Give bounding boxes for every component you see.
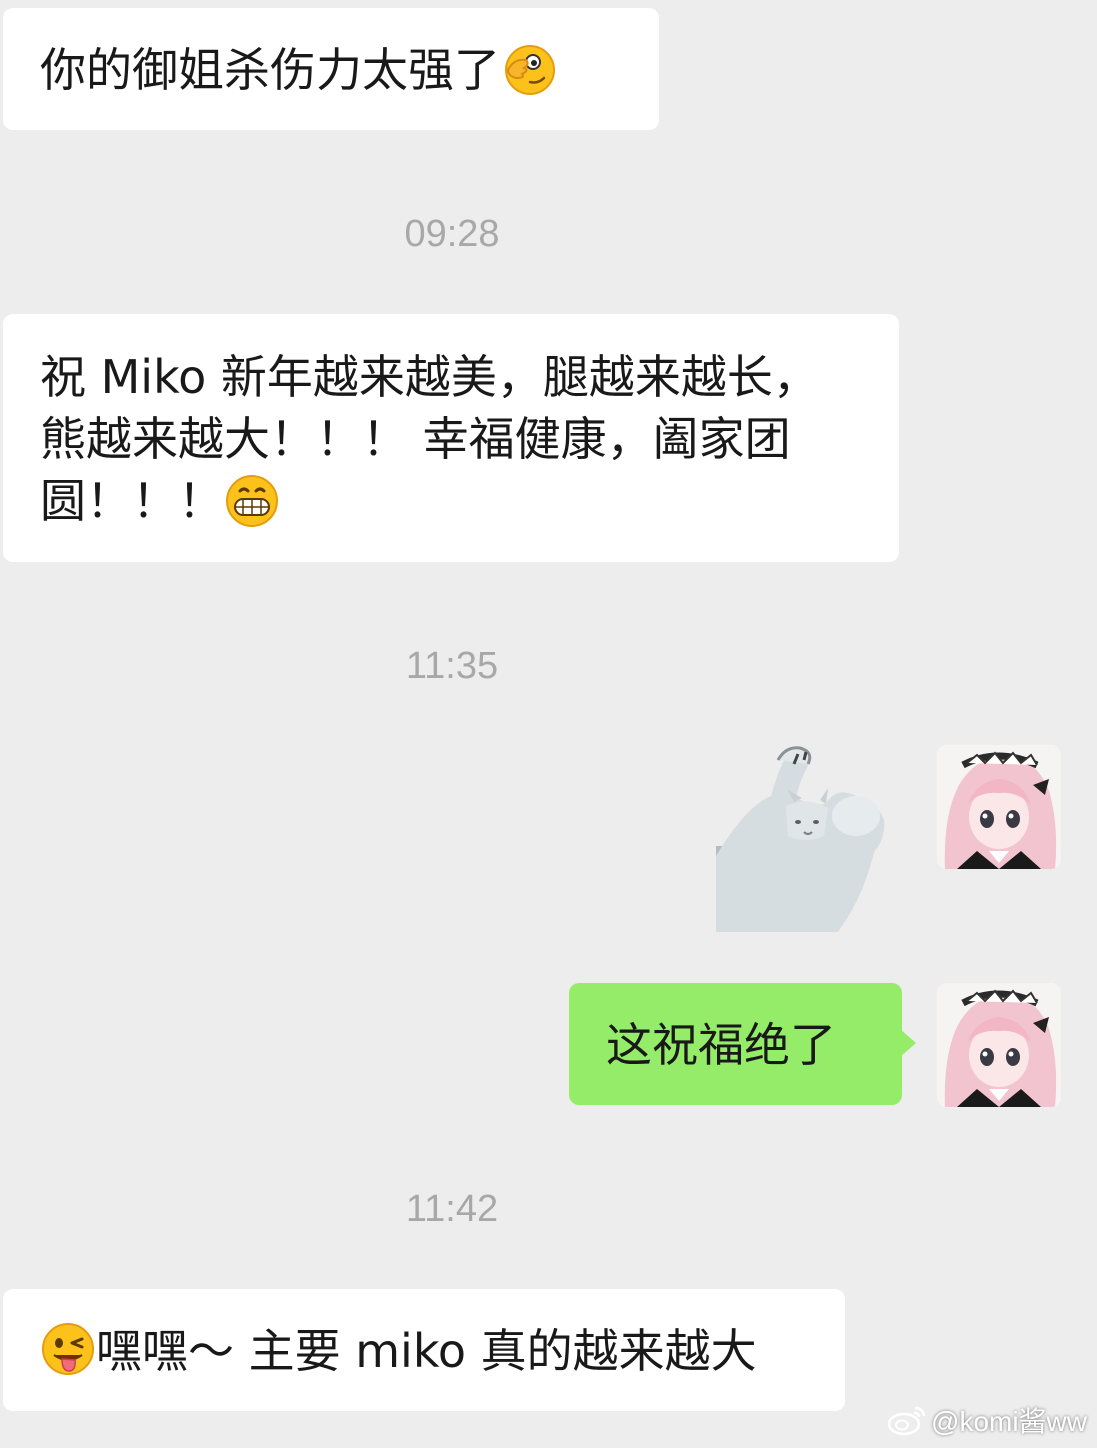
message-bubble-received[interactable]: 嘿嘿～ 主要 miko 真的越来越大 [3,1289,845,1411]
chat-view: 你的御姐杀伤力太强了 09:28 祝 Miko 新年越来越美，腿越来越长， 熊越… [0,0,1097,1448]
user-avatar[interactable] [937,983,1061,1107]
weibo-logo-icon [887,1406,926,1436]
message-text: 你的御姐杀伤力太强了 [40,43,500,97]
message-bubble-received[interactable]: 祝 Miko 新年越来越美，腿越来越长， 熊越来越大！！！ 幸福健康，阖家团 圆… [3,314,899,562]
timestamp: 11:35 [405,645,499,687]
user-avatar[interactable] [937,745,1061,869]
timestamp: 11:42 [405,1188,499,1230]
message-text: 嘿嘿～ 主要 miko 真的越来越大 [96,1324,757,1378]
message-bubble-received[interactable]: 你的御姐杀伤力太强了 [3,8,659,130]
message-text: 这祝福绝了 [606,1018,836,1072]
winking-face-tongue-emoji-icon [42,1323,94,1375]
grinning-face-emoji-icon [226,475,278,527]
message-text: 祝 Miko 新年越来越美，腿越来越长， 熊越来越大！！！ 幸福健康，阖家团 圆… [40,350,819,528]
face-peeking-wink-emoji-icon [505,45,555,95]
watermark: @komi酱ww [887,1400,1087,1440]
white-cat-dancing-sticker[interactable] [716,746,888,932]
timestamp: 09:28 [404,213,500,255]
message-bubble-sent[interactable]: 这祝福绝了 [569,983,916,1105]
watermark-text: @komi酱ww [931,1406,1087,1437]
